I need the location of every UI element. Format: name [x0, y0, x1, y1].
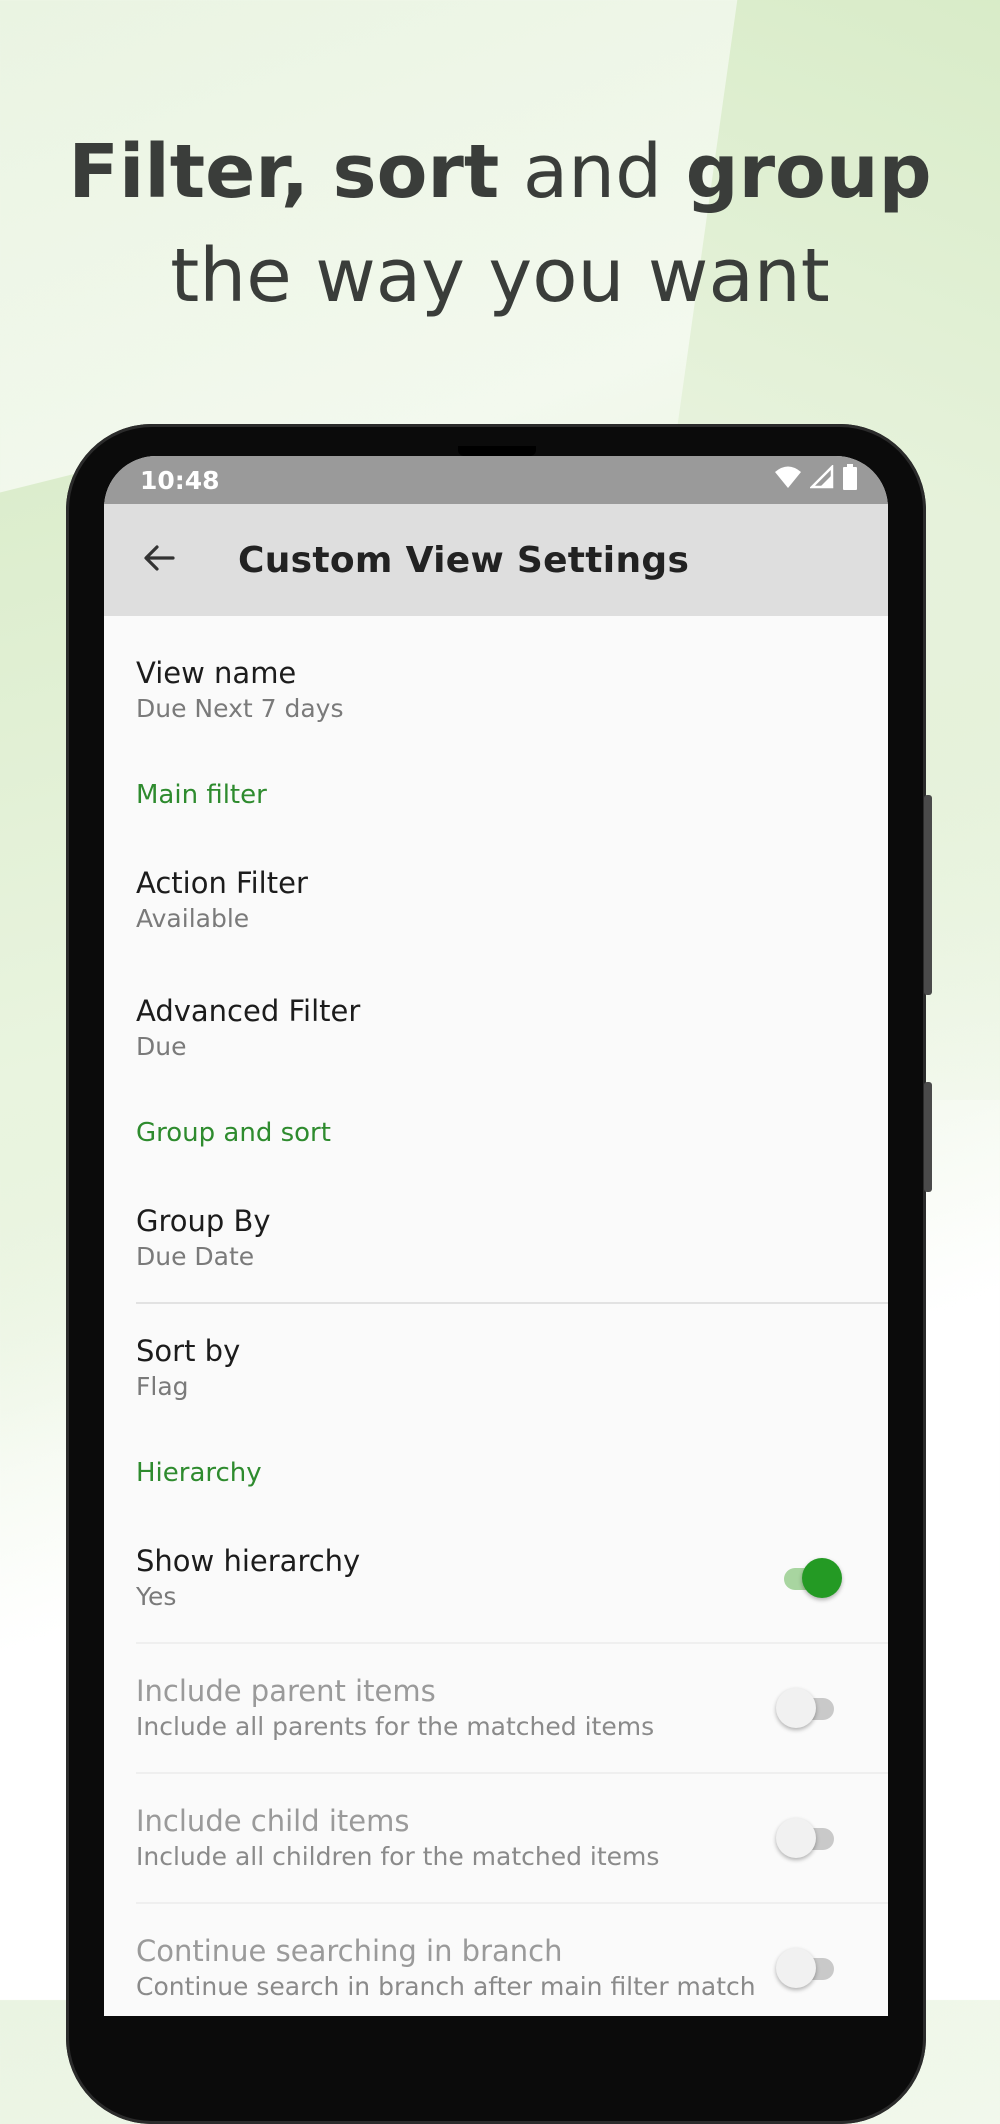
item-value: Continue search in branch after main fil… [136, 1972, 756, 2001]
item-value: Include all children for the matched ite… [136, 1842, 660, 1871]
include-child-item[interactable]: Include child items Include all children… [104, 1774, 888, 1902]
item-title: Group By [136, 1204, 271, 1238]
signal-icon [808, 463, 834, 495]
item-value: Flag [136, 1372, 189, 1401]
app-bar: Custom View Settings [104, 504, 888, 616]
status-icons [774, 463, 858, 496]
item-value: Due Date [136, 1242, 255, 1271]
item-title: Advanced Filter [136, 994, 361, 1028]
headline-line-2: the way you want [170, 233, 830, 319]
status-bar: 10:48 [104, 456, 888, 504]
include-child-toggle[interactable] [776, 1818, 838, 1858]
include-parent-item[interactable]: Include parent items Include all parents… [104, 1644, 888, 1772]
item-title: Sort by [136, 1334, 241, 1368]
item-value: Available [136, 904, 250, 933]
item-title: Include child items [136, 1804, 410, 1838]
item-value: Due Next 7 days [136, 694, 344, 723]
sort-by-item[interactable]: Sort by Flag [104, 1304, 888, 1432]
status-time: 10:48 [140, 465, 220, 495]
item-value: Include all parents for the matched item… [136, 1712, 655, 1741]
phone-notch [458, 446, 536, 456]
page-title: Custom View Settings [238, 539, 690, 581]
section-header-hierarchy: Hierarchy [136, 1458, 262, 1488]
settings-list: View name Due Next 7 days Main filter Ac… [104, 616, 888, 2016]
wifi-icon [774, 465, 802, 495]
battery-icon [842, 464, 858, 496]
headline-word: Filter, [68, 129, 309, 215]
item-title: Include parent items [136, 1674, 436, 1708]
item-title: View name [136, 656, 297, 690]
item-title: Continue searching in branch [136, 1934, 563, 1968]
show-hierarchy-toggle[interactable] [780, 1558, 842, 1598]
continue-search-toggle[interactable] [776, 1948, 838, 1988]
back-button[interactable] [104, 504, 214, 616]
phone-side-button [924, 795, 932, 995]
phone-screen: 10:48 Custom View Settings View name Due… [104, 456, 888, 2016]
view-name-item[interactable]: View name Due Next 7 days [104, 626, 888, 754]
section-header-group-sort: Group and sort [136, 1118, 331, 1148]
item-title: Show hierarchy [136, 1544, 361, 1578]
include-parent-toggle[interactable] [776, 1688, 838, 1728]
advanced-filter-item[interactable]: Advanced Filter Due [104, 964, 888, 1092]
continue-search-item[interactable]: Continue searching in branch Continue se… [104, 1904, 888, 2016]
show-hierarchy-item[interactable]: Show hierarchy Yes [104, 1514, 888, 1642]
headline-word: sort [332, 129, 500, 215]
phone-side-button [924, 1082, 932, 1192]
headline-line-1: Filter, sort and group [0, 120, 1000, 224]
section-header-main-filter: Main filter [136, 780, 267, 810]
group-by-item[interactable]: Group By Due Date [104, 1174, 888, 1302]
headline: Filter, sort and group the way you want [0, 120, 1000, 328]
arrow-left-icon [141, 540, 177, 580]
item-title: Action Filter [136, 866, 308, 900]
item-value: Yes [136, 1582, 177, 1611]
headline-word: and [522, 129, 663, 215]
item-value: Due [136, 1032, 187, 1061]
headline-word: group [685, 129, 932, 215]
action-filter-item[interactable]: Action Filter Available [104, 836, 888, 964]
